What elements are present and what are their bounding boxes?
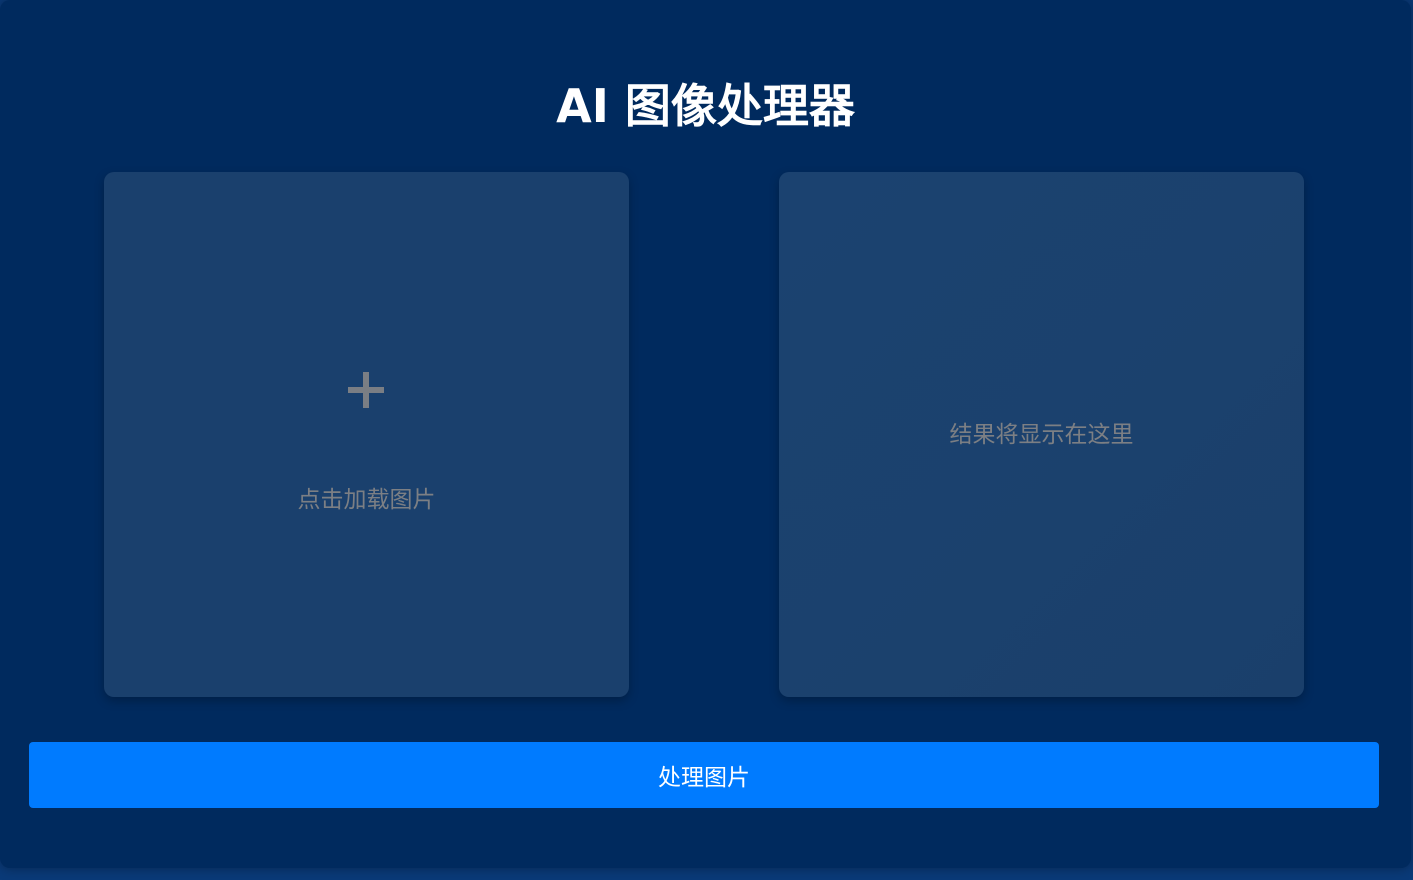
plus-icon	[348, 372, 384, 408]
upload-label: 点击加载图片	[297, 487, 436, 513]
app-container: AI 图像处理器 点击加载图片 结果将显示在这里 处理图片	[0, 0, 1411, 868]
page-title: AI 图像处理器	[556, 79, 855, 133]
result-placeholder: 结果将显示在这里	[949, 422, 1134, 448]
process-image-button[interactable]: 处理图片	[29, 742, 1379, 808]
result-area: 结果将显示在这里	[779, 172, 1304, 697]
image-upload-area[interactable]: 点击加载图片	[104, 172, 629, 697]
